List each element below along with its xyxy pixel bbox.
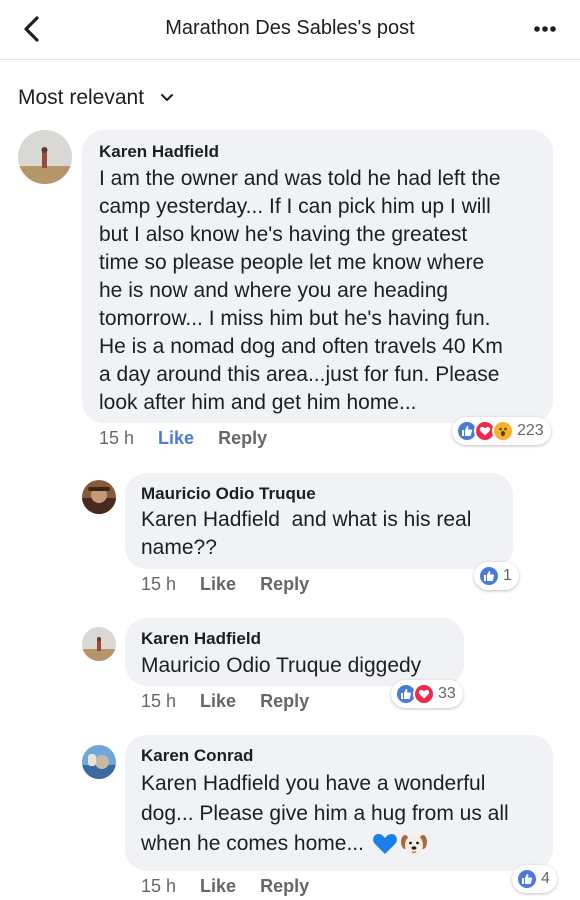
blue-heart-icon xyxy=(373,833,397,854)
comment-text: Karen Hadfield you have a wonderful dog.… xyxy=(141,769,549,859)
comment-actions: 15 h Like Reply xyxy=(141,574,309,595)
comment-line: camp yesterday... If I can pick him up I… xyxy=(99,195,491,218)
comment-line: name?? xyxy=(141,536,217,559)
reply-button[interactable]: Reply xyxy=(218,428,267,449)
page-title: Marathon Des Sables's post xyxy=(165,17,415,39)
comment-text: Mauricio Odio Truque diggedy xyxy=(141,652,461,680)
like-button[interactable]: Like xyxy=(200,574,236,595)
timestamp: 15 h xyxy=(141,574,177,594)
comment-line: he is now and where you are heading xyxy=(99,279,449,302)
timestamp: 15 h xyxy=(141,691,177,711)
comment-line-text: and what is his real xyxy=(291,508,472,531)
sort-dropdown[interactable]: Most relevant xyxy=(18,84,174,112)
mention-link[interactable]: Mauricio Odio Truque xyxy=(141,654,342,677)
comment-bubble: Karen Hadfield Mauricio Odio Truque digg… xyxy=(125,618,464,686)
like-button[interactable]: Like xyxy=(200,876,236,897)
comment-author[interactable]: Karen Hadfield xyxy=(141,629,261,649)
reactions-summary[interactable]: 1 xyxy=(474,562,519,590)
comment-line: Karen Hadfield and what is his real xyxy=(141,506,511,534)
reply-button[interactable]: Reply xyxy=(260,876,309,897)
post-header: Marathon Des Sables's post xyxy=(0,0,580,60)
mention-link[interactable]: Karen Hadfield xyxy=(141,508,280,531)
reactions-summary[interactable]: 33 xyxy=(391,680,463,708)
comment-actions: 15 h Like Reply xyxy=(99,428,267,449)
comment-line: a day around this area...just for fun. P… xyxy=(99,363,500,386)
comment-author[interactable]: Mauricio Odio Truque xyxy=(141,484,316,504)
like-icon xyxy=(478,565,500,587)
comment-text: Karen Hadfield and what is his real name… xyxy=(141,506,511,562)
avatar[interactable] xyxy=(82,627,116,661)
reactions-summary[interactable]: 4 xyxy=(512,865,557,893)
reaction-count: 223 xyxy=(517,422,544,439)
timestamp: 15 h xyxy=(141,876,177,896)
comment-line: dog... Please give him a hug from us all xyxy=(141,802,509,825)
more-options-icon[interactable] xyxy=(530,16,560,42)
comment-actions: 15 h Like Reply xyxy=(141,876,309,897)
avatar[interactable] xyxy=(82,745,116,779)
comment-line-text: you have a wonderful xyxy=(285,772,486,795)
sort-label: Most relevant xyxy=(18,86,145,109)
comment-line: time so please people let me know where xyxy=(99,251,485,274)
comment-bubble: Mauricio Odio Truque Karen Hadfield and … xyxy=(125,473,513,569)
comment-line: Karen Hadfield you have a wonderful xyxy=(141,769,549,799)
comment-actions: 15 h Like Reply xyxy=(141,691,309,712)
comment-line: I am the owner and was told he had left … xyxy=(99,167,501,190)
avatar[interactable] xyxy=(18,130,72,184)
comment-line-text: when he comes home... xyxy=(141,832,364,855)
reactions-summary[interactable]: 223 xyxy=(452,417,551,445)
comment-bubble: Karen Hadfield I am the owner and was to… xyxy=(82,130,553,423)
wow-icon xyxy=(492,420,514,442)
comment-line: look after him and get him home... xyxy=(99,391,417,414)
love-icon xyxy=(413,683,435,705)
like-icon xyxy=(516,868,538,890)
reaction-count: 4 xyxy=(541,870,550,887)
comment-line: when he comes home... xyxy=(141,829,549,859)
comment-line: He is a nomad dog and often travels 40 K… xyxy=(99,335,503,358)
comment-line: tomorrow... I miss him but he's having f… xyxy=(99,307,491,330)
chevron-down-icon xyxy=(161,94,174,101)
comment-author[interactable]: Karen Conrad xyxy=(141,746,253,766)
comment-text: I am the owner and was told he had left … xyxy=(99,165,549,417)
like-button[interactable]: Like xyxy=(158,428,194,449)
like-button[interactable]: Like xyxy=(200,691,236,712)
comment-bubble: Karen Conrad Karen Hadfield you have a w… xyxy=(125,735,553,871)
comment-author[interactable]: Karen Hadfield xyxy=(99,142,219,162)
reaction-count: 33 xyxy=(438,685,456,702)
reaction-count: 1 xyxy=(503,567,512,584)
dog-face-icon xyxy=(400,835,427,855)
comment-line-text: diggedy xyxy=(347,654,422,677)
comment-line: but I also know he's having the greatest xyxy=(99,223,468,246)
reply-button[interactable]: Reply xyxy=(260,691,309,712)
reply-button[interactable]: Reply xyxy=(260,574,309,595)
comment-line: Mauricio Odio Truque diggedy xyxy=(141,652,461,680)
timestamp: 15 h xyxy=(99,428,135,448)
avatar[interactable] xyxy=(82,480,116,514)
mention-link[interactable]: Karen Hadfield xyxy=(141,772,280,795)
